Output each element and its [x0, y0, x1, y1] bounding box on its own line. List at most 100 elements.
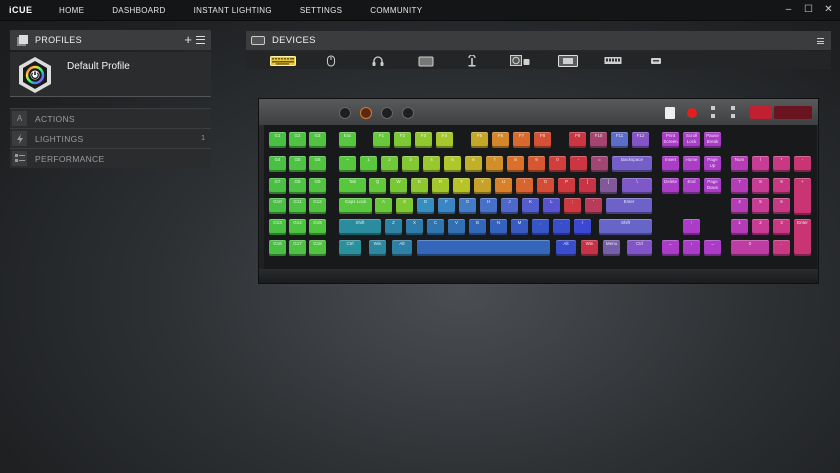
- key-f6[interactable]: F6: [492, 132, 509, 148]
- key-caps-lock[interactable]: Caps Lock: [339, 198, 372, 214]
- key[interactable]: 7: [731, 178, 748, 194]
- key-shift-left[interactable]: Shift: [339, 219, 381, 235]
- key[interactable]: ': [585, 198, 602, 214]
- headset-icon[interactable]: [372, 54, 384, 66]
- nav-instant-lighting[interactable]: INSTANT LIGHTING: [194, 6, 272, 15]
- mouse-icon[interactable]: [326, 54, 336, 67]
- key[interactable]: Scroll Lock: [683, 132, 700, 148]
- key[interactable]: .: [553, 219, 570, 235]
- key[interactable]: 6: [773, 198, 790, 214]
- close-icon[interactable]: ✕: [823, 3, 834, 17]
- key-ctrl-right[interactable]: Ctrl: [627, 240, 652, 256]
- key[interactable]: 8: [507, 156, 524, 172]
- key-f3[interactable]: F3: [415, 132, 432, 148]
- memory-icon[interactable]: [604, 54, 622, 66]
- key[interactable]: K: [522, 198, 539, 214]
- key[interactable]: X: [406, 219, 423, 235]
- key[interactable]: R: [432, 178, 449, 194]
- key-f4[interactable]: F4: [436, 132, 453, 148]
- key-f5[interactable]: F5: [471, 132, 488, 148]
- g-key[interactable]: G16: [269, 240, 286, 256]
- key[interactable]: ~: [339, 156, 356, 172]
- key-num-0[interactable]: 0: [731, 240, 769, 256]
- key[interactable]: 1: [360, 156, 377, 172]
- key[interactable]: U: [495, 178, 512, 194]
- profile-card[interactable]: Default Profile: [10, 52, 211, 97]
- key[interactable]: V: [448, 219, 465, 235]
- key[interactable]: 3: [402, 156, 419, 172]
- key[interactable]: J: [501, 198, 518, 214]
- key-enter[interactable]: Enter: [606, 198, 652, 214]
- key[interactable]: D: [417, 198, 434, 214]
- key[interactable]: /: [574, 219, 591, 235]
- add-profile-button[interactable]: +: [184, 33, 192, 46]
- key-win-right[interactable]: Win: [581, 240, 598, 256]
- g-key[interactable]: G9: [309, 178, 326, 194]
- key[interactable]: N: [490, 219, 507, 235]
- macro-record-button[interactable]: [687, 108, 697, 118]
- key-shift-right[interactable]: Shift: [599, 219, 652, 235]
- key[interactable]: F: [438, 198, 455, 214]
- sidebar-item-performance[interactable]: PERFORMANCE: [10, 148, 211, 168]
- key-tab[interactable]: Tab: [339, 178, 366, 194]
- key-f7[interactable]: F7: [513, 132, 530, 148]
- key-backspace[interactable]: Backspace: [612, 156, 652, 172]
- key[interactable]: I: [516, 178, 533, 194]
- cooler-icon[interactable]: [510, 54, 530, 66]
- g-key[interactable]: G5: [289, 156, 306, 172]
- key[interactable]: =: [591, 156, 608, 172]
- key[interactable]: *: [773, 156, 790, 172]
- key[interactable]: H: [480, 198, 497, 214]
- profile-switch-icon[interactable]: [665, 107, 675, 119]
- key[interactable]: T: [453, 178, 470, 194]
- key[interactable]: 9: [773, 178, 790, 194]
- g-key[interactable]: G14: [289, 219, 306, 235]
- key-f2[interactable]: F2: [394, 132, 411, 148]
- key[interactable]: Num: [731, 156, 748, 172]
- headset-stand-icon[interactable]: [466, 54, 478, 67]
- key[interactable]: 8: [752, 178, 769, 194]
- mousepad-icon[interactable]: [418, 54, 434, 67]
- key-f11[interactable]: F11: [611, 132, 628, 148]
- minimize-icon[interactable]: –: [783, 3, 794, 17]
- key[interactable]: E: [411, 178, 428, 194]
- key[interactable]: Insert: [662, 156, 679, 172]
- key-f10[interactable]: F10: [590, 132, 607, 148]
- key-space[interactable]: [417, 240, 550, 256]
- key[interactable]: C: [427, 219, 444, 235]
- key[interactable]: ,: [532, 219, 549, 235]
- g-key[interactable]: G2: [289, 132, 306, 148]
- key[interactable]: .: [773, 240, 790, 256]
- key[interactable]: Q: [369, 178, 386, 194]
- key[interactable]: 2: [381, 156, 398, 172]
- lighting-node-icon[interactable]: [558, 54, 578, 67]
- key-up[interactable]: ↑: [683, 219, 700, 235]
- g-key[interactable]: G6: [309, 156, 326, 172]
- key[interactable]: W: [390, 178, 407, 194]
- key[interactable]: G: [459, 198, 476, 214]
- media-play-button[interactable]: [381, 107, 393, 119]
- key[interactable]: A: [375, 198, 392, 214]
- profiles-menu-icon[interactable]: [196, 36, 205, 44]
- g-key[interactable]: G17: [289, 240, 306, 256]
- key[interactable]: 6: [465, 156, 482, 172]
- g-key[interactable]: G18: [309, 240, 326, 256]
- g-key[interactable]: G12: [309, 198, 326, 214]
- key[interactable]: Page Up: [704, 156, 721, 172]
- key[interactable]: Print Screen: [662, 132, 679, 148]
- key[interactable]: End: [683, 178, 700, 194]
- key[interactable]: 5: [752, 198, 769, 214]
- key[interactable]: Home: [683, 156, 700, 172]
- sidebar-item-lightings[interactable]: LIGHTINGS 1: [10, 128, 211, 148]
- key[interactable]: 4: [423, 156, 440, 172]
- key[interactable]: 4: [731, 198, 748, 214]
- g-key[interactable]: G11: [289, 198, 306, 214]
- g-key[interactable]: G8: [289, 178, 306, 194]
- key[interactable]: Delete: [662, 178, 679, 194]
- key[interactable]: Pause Break: [704, 132, 721, 148]
- key-menu[interactable]: Menu: [603, 240, 620, 256]
- mute-button[interactable]: [750, 105, 772, 119]
- g-key[interactable]: G4: [269, 156, 286, 172]
- key-left[interactable]: ←: [662, 240, 679, 256]
- g-key[interactable]: G3: [309, 132, 326, 148]
